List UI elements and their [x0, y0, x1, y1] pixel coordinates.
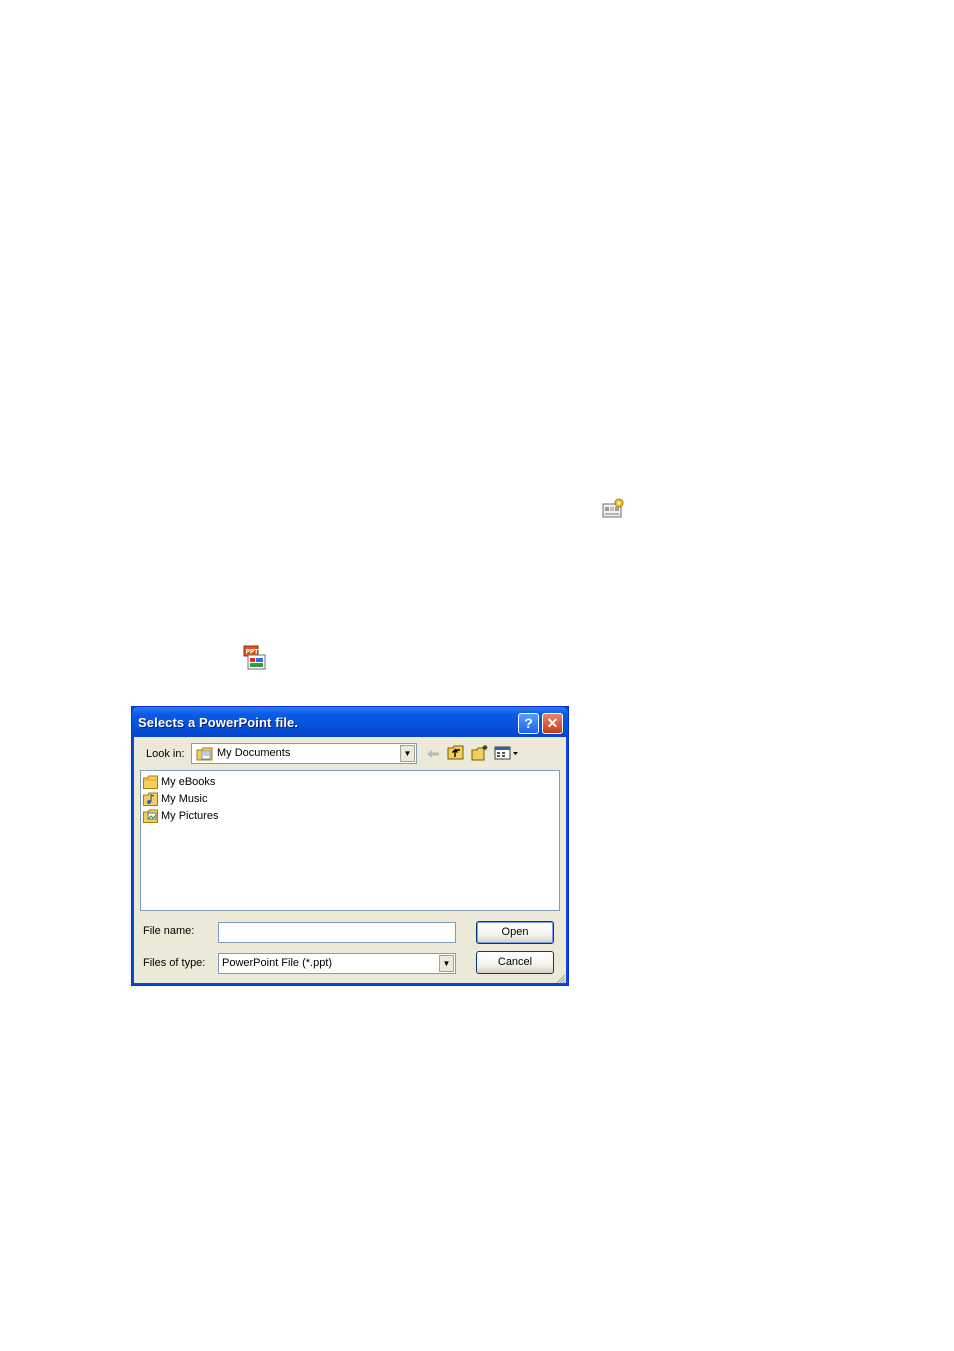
cancel-button[interactable]: Cancel: [476, 951, 554, 974]
file-name: My Music: [161, 793, 208, 805]
presentation-settings-icon[interactable]: [602, 497, 626, 519]
file-list[interactable]: My eBooks My Music My Pictures: [140, 770, 560, 911]
files-of-type-dropdown[interactable]: PowerPoint File (*.ppt) ▼: [218, 953, 456, 974]
new-folder-icon[interactable]: [471, 744, 489, 761]
file-name: My eBooks: [161, 776, 216, 788]
chevron-down-icon[interactable]: ▼: [400, 745, 415, 762]
help-button[interactable]: ?: [518, 713, 539, 734]
open-file-dialog: Selects a PowerPoint file. ? ✕ Look in: …: [131, 706, 569, 986]
files-of-type-label: Files of type:: [143, 957, 206, 969]
file-name-input[interactable]: [218, 922, 456, 943]
look-in-value: My Documents: [217, 747, 291, 759]
files-of-type-value: PowerPoint File (*.ppt): [222, 957, 333, 969]
look-in-label: Look in:: [146, 748, 185, 760]
music-folder-icon: [143, 792, 159, 807]
close-button[interactable]: ✕: [542, 713, 563, 734]
back-arrow-icon[interactable]: [424, 746, 442, 762]
look-in-dropdown[interactable]: My Documents ▼: [191, 743, 417, 764]
resize-grip-icon[interactable]: [554, 971, 566, 984]
file-name: My Pictures: [161, 810, 219, 822]
chevron-down-icon[interactable]: ▼: [439, 955, 454, 972]
ppt-file-icon[interactable]: PPT: [243, 645, 267, 671]
my-documents-icon: [196, 746, 214, 765]
dialog-title: Selects a PowerPoint file.: [138, 715, 299, 730]
up-folder-icon[interactable]: [447, 745, 465, 761]
folder-icon: [143, 775, 159, 790]
svg-text:PPT: PPT: [246, 649, 260, 656]
pictures-folder-icon: [143, 809, 159, 824]
views-menu-icon[interactable]: [494, 745, 520, 761]
dialog-titlebar[interactable]: Selects a PowerPoint file. ? ✕: [132, 707, 568, 737]
open-button[interactable]: Open: [476, 921, 554, 944]
file-name-label: File name:: [143, 925, 195, 937]
